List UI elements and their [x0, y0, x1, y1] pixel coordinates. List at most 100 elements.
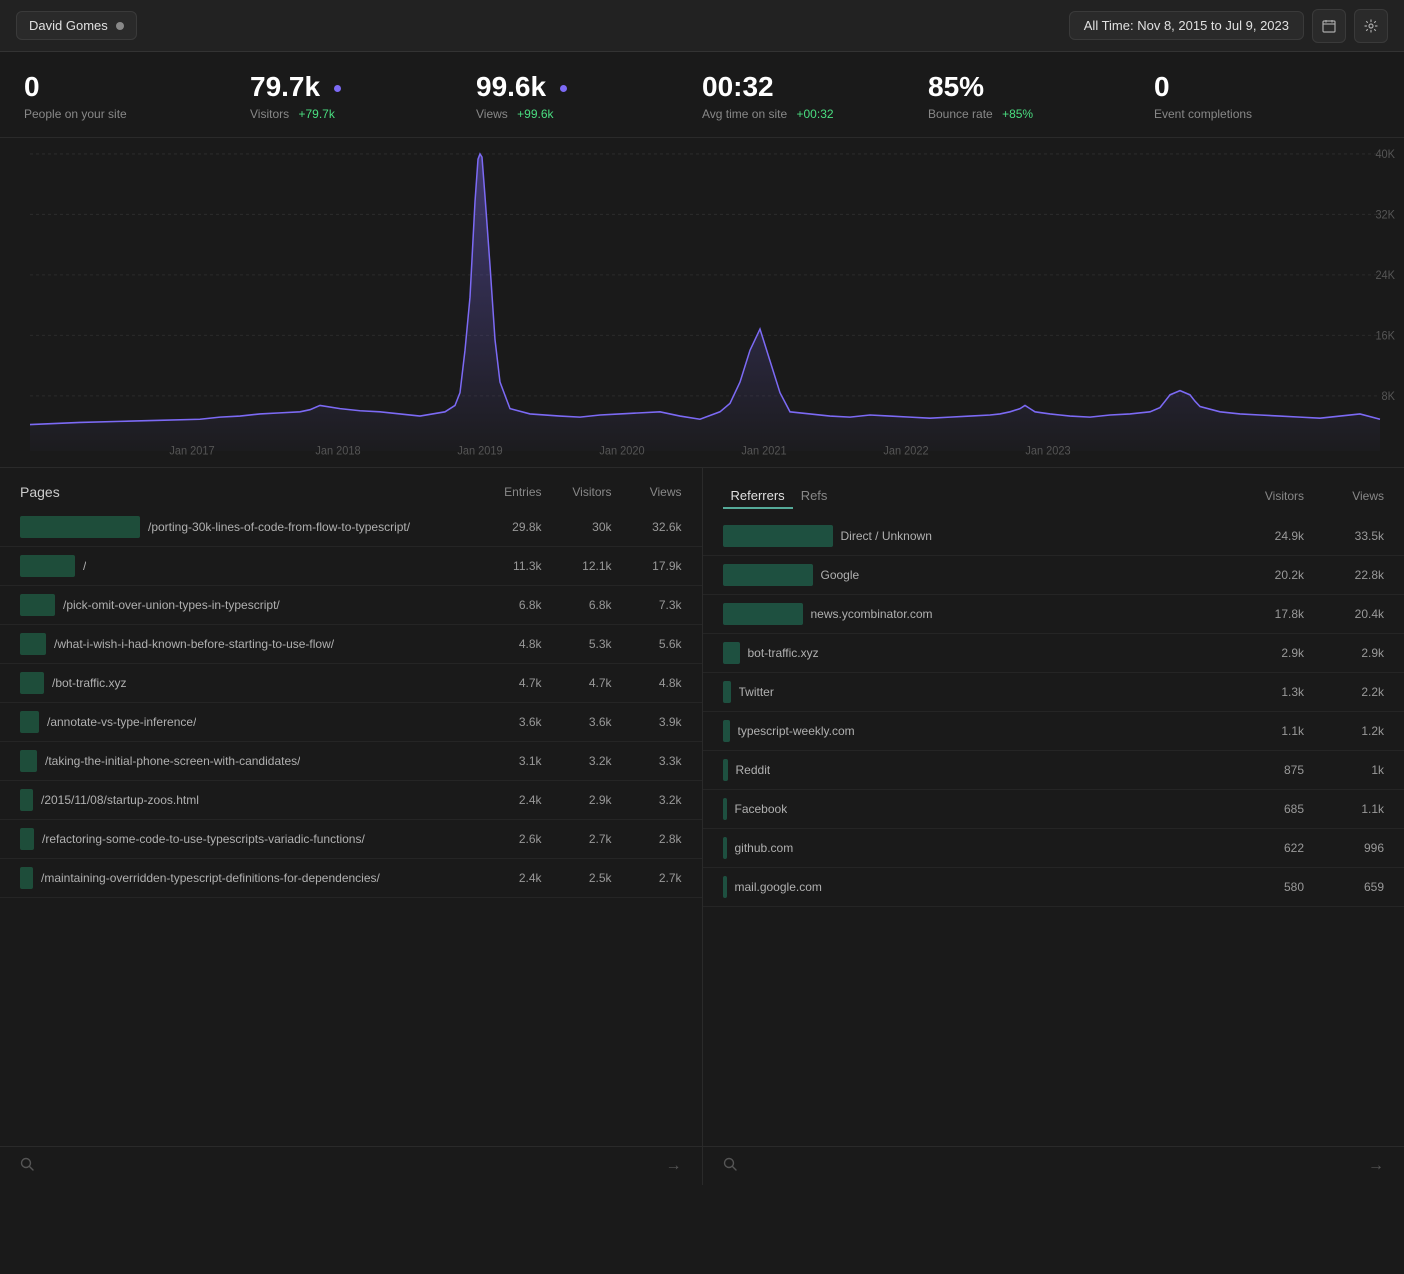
ref-label: github.com [735, 841, 794, 855]
pages-panel: Pages Entries Visitors Views /porting-30… [0, 468, 703, 1185]
ref-views: 2.9k [1304, 646, 1384, 660]
pages-col-views: Views [612, 485, 682, 499]
row-visitors: 3.2k [542, 754, 612, 768]
ref-label: Google [821, 568, 860, 582]
stats-row: 0 People on your site 79.7k Visitors +79… [0, 52, 1404, 138]
site-selector[interactable]: David Gomes [16, 11, 137, 40]
referrer-row[interactable]: mail.google.com 580 659 [703, 868, 1404, 907]
ref-label: Reddit [736, 763, 771, 777]
row-views: 3.9k [612, 715, 682, 729]
ref-label: bot-traffic.xyz [748, 646, 819, 660]
stat-bounce: 85% Bounce rate +85% [928, 72, 1154, 121]
ref-search-icon[interactable] [723, 1157, 738, 1175]
stat-events-value: 0 [1154, 72, 1380, 103]
row-visitors: 3.6k [542, 715, 612, 729]
row-ref-name: Facebook [723, 798, 1225, 820]
row-views: 2.8k [612, 832, 682, 846]
referrer-row[interactable]: bot-traffic.xyz 2.9k 2.9k [703, 634, 1404, 673]
ref-visitors: 875 [1224, 763, 1304, 777]
ref-label: typescript-weekly.com [738, 724, 855, 738]
table-row[interactable]: /annotate-vs-type-inference/ 3.6k 3.6k 3… [0, 703, 702, 742]
table-row[interactable]: /what-i-wish-i-had-known-before-starting… [0, 625, 702, 664]
table-row[interactable]: /porting-30k-lines-of-code-from-flow-to-… [0, 508, 702, 547]
ref-visitors: 685 [1224, 802, 1304, 816]
referrers-header: Referrers Refs Visitors Views [703, 468, 1404, 517]
row-entries: 4.7k [472, 676, 542, 690]
stat-bounce-value: 85% [928, 72, 1154, 103]
ref-arrow-icon[interactable]: → [1368, 1157, 1384, 1175]
tab-refs[interactable]: Refs [793, 484, 836, 509]
row-visitors: 30k [542, 520, 612, 534]
table-row[interactable]: /maintaining-overridden-typescript-defin… [0, 859, 702, 898]
pages-footer: → [0, 1146, 702, 1185]
calendar-icon-button[interactable] [1312, 9, 1346, 43]
row-page-name: /taking-the-initial-phone-screen-with-ca… [20, 750, 472, 772]
table-row[interactable]: /bot-traffic.xyz 4.7k 4.7k 4.8k [0, 664, 702, 703]
stat-views-label: Views +99.6k [476, 107, 702, 121]
chart-container: Jan 2017 Jan 2018 Jan 2019 Jan 2020 Jan … [0, 138, 1404, 468]
row-views: 3.2k [612, 793, 682, 807]
ref-visitors: 1.1k [1224, 724, 1304, 738]
row-entries: 2.6k [472, 832, 542, 846]
pages-arrow-icon[interactable]: → [666, 1157, 682, 1175]
stat-visitors-change: +79.7k [298, 107, 334, 121]
stat-views-value: 99.6k [476, 72, 702, 103]
referrer-row[interactable]: Google 20.2k 22.8k [703, 556, 1404, 595]
tab-referrers[interactable]: Referrers [723, 484, 793, 509]
pages-rows: /porting-30k-lines-of-code-from-flow-to-… [0, 508, 702, 1146]
stat-bounce-label: Bounce rate +85% [928, 107, 1154, 121]
row-ref-name: mail.google.com [723, 876, 1225, 898]
referrer-row[interactable]: typescript-weekly.com 1.1k 1.2k [703, 712, 1404, 751]
row-label: /annotate-vs-type-inference/ [47, 715, 196, 729]
referrer-row[interactable]: Direct / Unknown 24.9k 33.5k [703, 517, 1404, 556]
row-bar [20, 633, 46, 655]
stat-visitors-label: Visitors +79.7k [250, 107, 476, 121]
ref-visitors: 20.2k [1224, 568, 1304, 582]
row-entries: 11.3k [472, 559, 542, 573]
table-row[interactable]: /pick-omit-over-union-types-in-typescrip… [0, 586, 702, 625]
row-bar [20, 828, 34, 850]
row-ref-name: typescript-weekly.com [723, 720, 1225, 742]
stat-people-value: 0 [24, 72, 250, 103]
row-entries: 29.8k [472, 520, 542, 534]
row-views: 32.6k [612, 520, 682, 534]
ref-visitors: 2.9k [1224, 646, 1304, 660]
row-visitors: 5.3k [542, 637, 612, 651]
ref-label: Direct / Unknown [841, 529, 932, 543]
table-row[interactable]: / 11.3k 12.1k 17.9k [0, 547, 702, 586]
table-row[interactable]: /2015/11/08/startup-zoos.html 2.4k 2.9k … [0, 781, 702, 820]
row-entries: 6.8k [472, 598, 542, 612]
pages-search-icon[interactable] [20, 1157, 35, 1175]
table-row[interactable]: /taking-the-initial-phone-screen-with-ca… [0, 742, 702, 781]
row-views: 2.7k [612, 871, 682, 885]
ref-views: 22.8k [1304, 568, 1384, 582]
views-dot [560, 85, 567, 92]
ref-views: 996 [1304, 841, 1384, 855]
date-range-button[interactable]: All Time: Nov 8, 2015 to Jul 9, 2023 [1069, 11, 1304, 40]
svg-text:8K: 8K [1382, 391, 1396, 403]
referrer-row[interactable]: news.ycombinator.com 17.8k 20.4k [703, 595, 1404, 634]
row-ref-name: Reddit [723, 759, 1225, 781]
ref-bar [723, 603, 803, 625]
referrer-row[interactable]: github.com 622 996 [703, 829, 1404, 868]
row-entries: 3.6k [472, 715, 542, 729]
table-row[interactable]: /refactoring-some-code-to-use-typescript… [0, 820, 702, 859]
referrer-row[interactable]: Twitter 1.3k 2.2k [703, 673, 1404, 712]
row-label: /porting-30k-lines-of-code-from-flow-to-… [148, 520, 410, 534]
ref-views: 2.2k [1304, 685, 1384, 699]
ref-bar [723, 642, 740, 664]
referrers-tabs: Referrers Refs [723, 484, 836, 509]
referrer-row[interactable]: Facebook 685 1.1k [703, 790, 1404, 829]
row-page-name: /bot-traffic.xyz [20, 672, 472, 694]
stat-events: 0 Event completions [1154, 72, 1380, 121]
row-entries: 3.1k [472, 754, 542, 768]
referrers-footer: → [703, 1146, 1404, 1185]
referrer-row[interactable]: Reddit 875 1k [703, 751, 1404, 790]
ref-bar [723, 564, 813, 586]
ref-visitors: 24.9k [1224, 529, 1304, 543]
ref-bar [723, 837, 727, 859]
chart-inner: Jan 2017 Jan 2018 Jan 2019 Jan 2020 Jan … [0, 138, 1404, 467]
calendar-icon [1322, 19, 1336, 33]
settings-icon-button[interactable] [1354, 9, 1388, 43]
ref-bar [723, 720, 730, 742]
